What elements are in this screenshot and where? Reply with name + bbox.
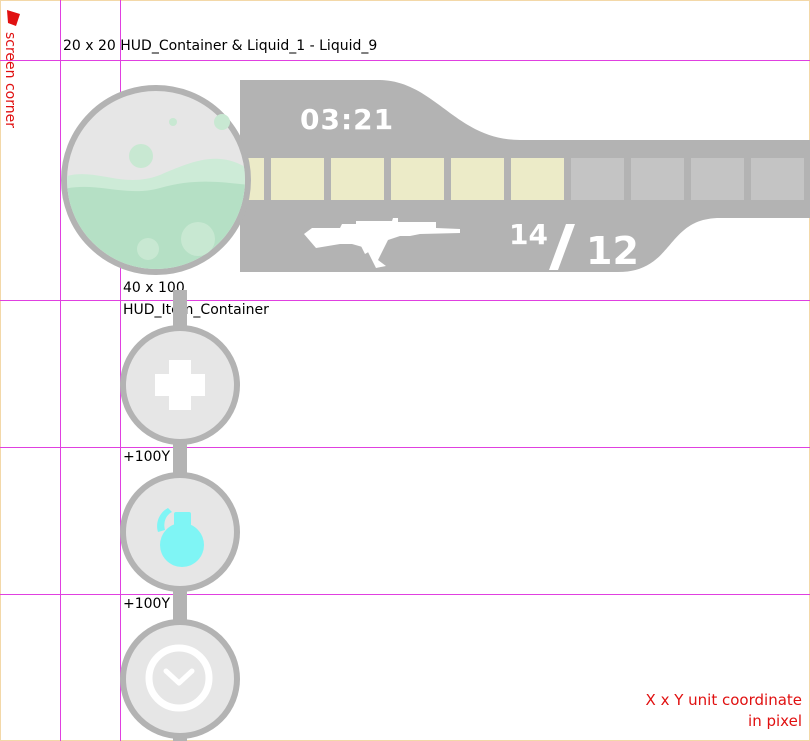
ammo-segment: [391, 158, 444, 200]
ammo-segment: [631, 158, 684, 200]
hud-graphics: [61, 80, 810, 741]
ammo-max: 12: [586, 229, 639, 273]
liquid-bubble: [169, 118, 177, 126]
ammo-current: 14: [509, 218, 548, 251]
liquid-bubble: [214, 114, 230, 130]
ammo-segment: [331, 158, 384, 200]
liquid-fill: [67, 181, 245, 269]
liquid-bubble: [137, 238, 159, 260]
liquid-bubble: [129, 144, 153, 168]
liquid-bubble: [181, 222, 215, 256]
ammo-segment: [271, 158, 324, 200]
match-timer: 03:21: [300, 103, 395, 136]
ammo-segment: [511, 158, 564, 200]
ammo-segment: [691, 158, 744, 200]
ammo-segment: [751, 158, 804, 200]
ammo-segment: [571, 158, 624, 200]
ammo-segment: [451, 158, 504, 200]
